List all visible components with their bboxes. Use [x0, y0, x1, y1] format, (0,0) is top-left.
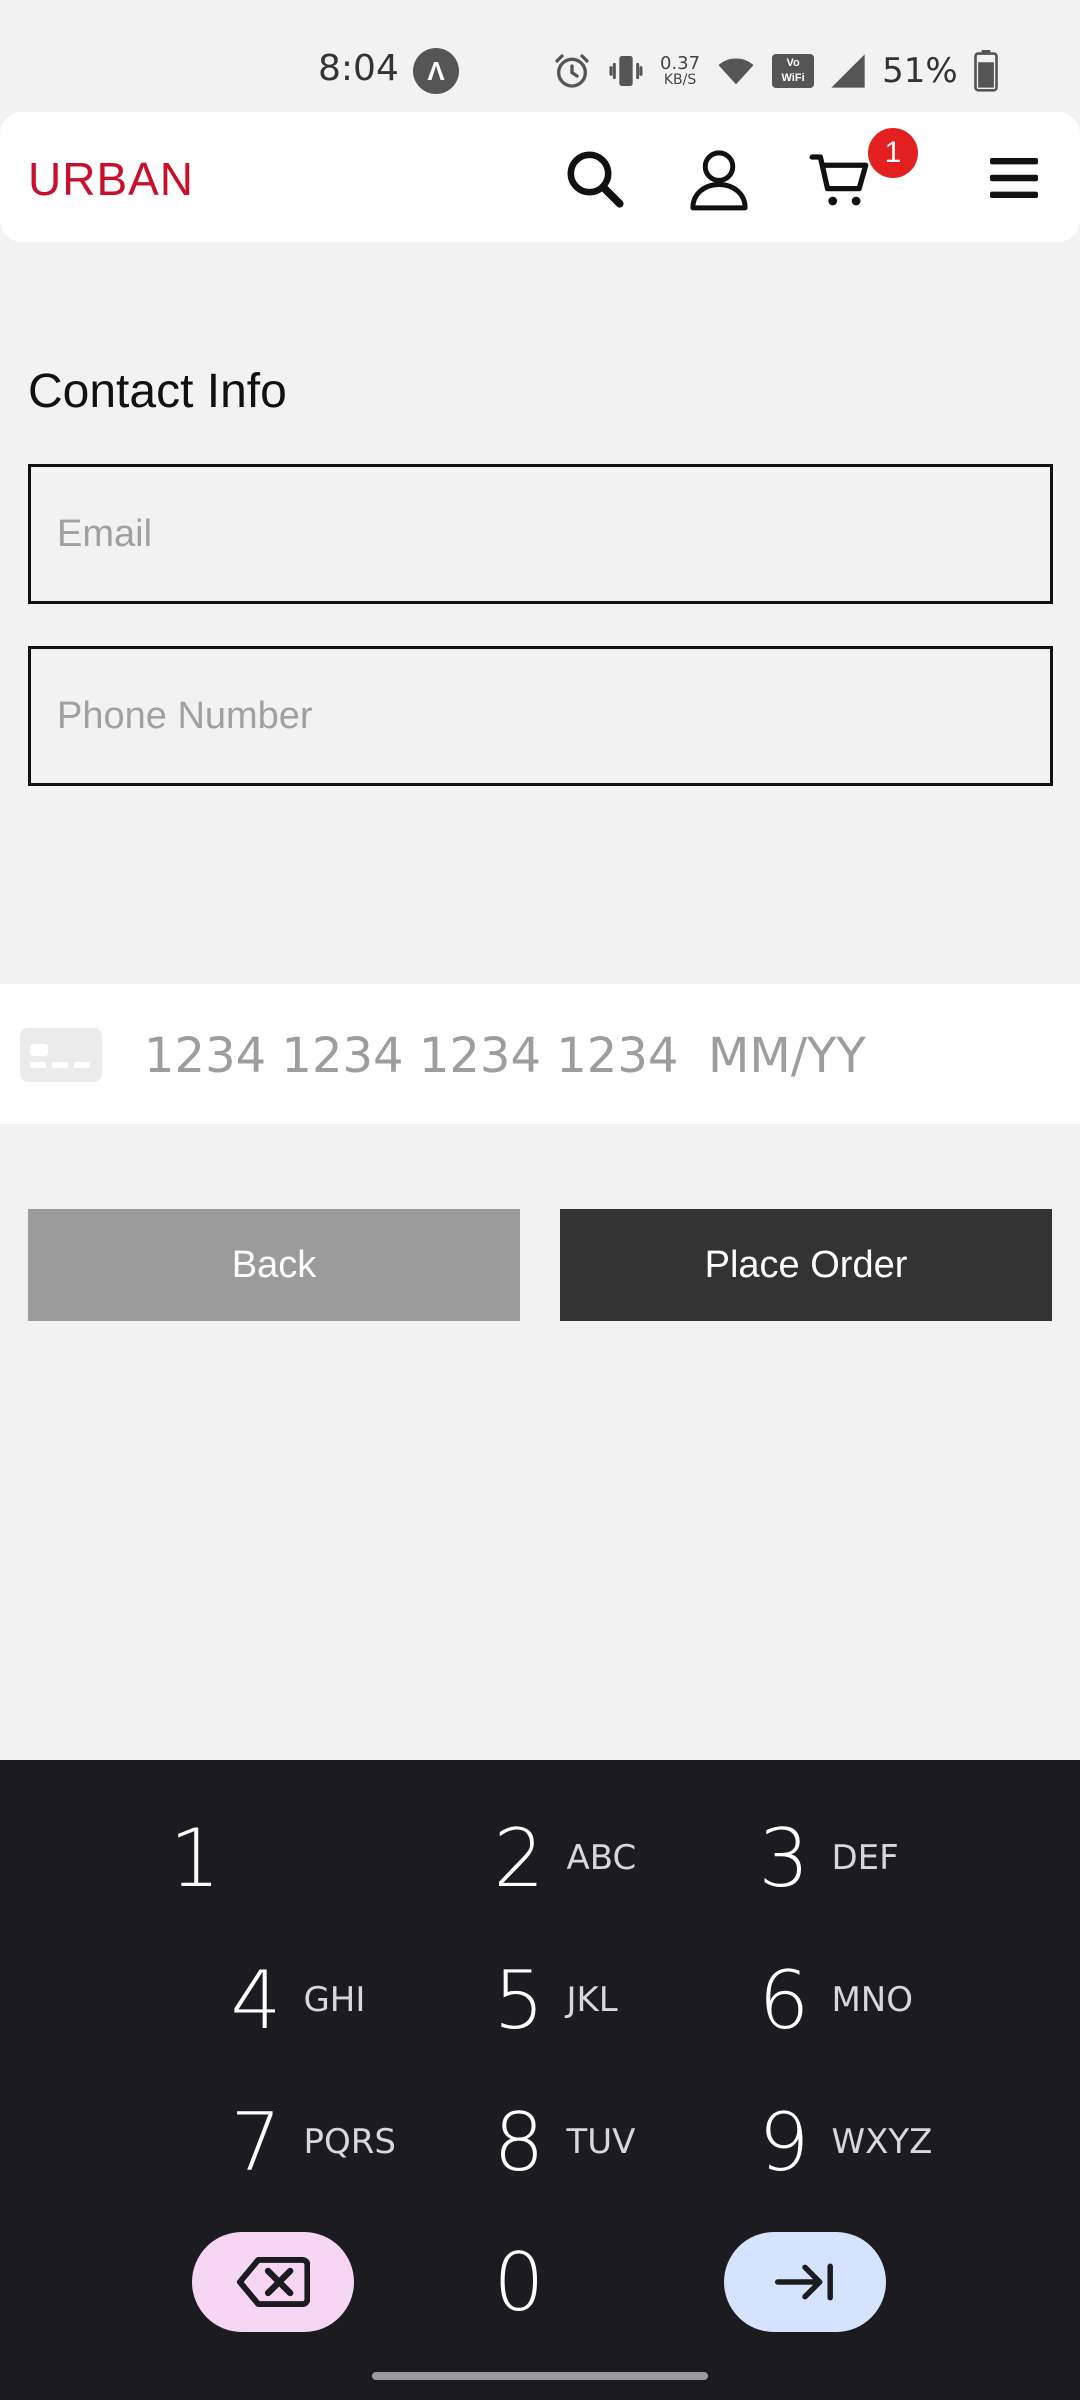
- email-field[interactable]: [31, 467, 1050, 601]
- key-digit: 0: [493, 2235, 545, 2329]
- vowifi-icon: Vo WiFi: [772, 54, 815, 88]
- key-letters: GHI: [303, 1980, 366, 2020]
- phone-number-field[interactable]: [31, 649, 1050, 783]
- card-number-field[interactable]: 1234 1234 1234 1234: [144, 1028, 678, 1084]
- key-2[interactable]: 2 ABC: [450, 1798, 710, 1918]
- backspace-key[interactable]: [192, 2232, 354, 2332]
- app-indicator-icon: Λ: [413, 48, 459, 94]
- signal-icon: [831, 54, 865, 88]
- net-speed: 0.37 KB/S: [660, 53, 701, 88]
- status-icons: 0.37 KB/S Vo WiFi 51%: [552, 46, 1000, 96]
- cart-count-badge: 1: [868, 128, 918, 178]
- status-bar: 8:04 Λ 0.37 KB/S Vo WiFi 51%: [0, 0, 1080, 112]
- email-field-box: [28, 464, 1053, 604]
- cart-icon[interactable]: [808, 146, 874, 212]
- vowifi-line2: WiFi: [781, 72, 805, 84]
- key-digit: 5: [493, 1953, 545, 2047]
- card-expiry-field[interactable]: MM/YY: [708, 1028, 866, 1084]
- menu-icon[interactable]: [988, 156, 1040, 200]
- key-digit: 9: [758, 2095, 810, 2189]
- key-letters: JKL: [566, 1980, 618, 2020]
- backspace-icon: [236, 2256, 310, 2308]
- key-letters: DEF: [831, 1838, 899, 1878]
- key-digit: 1: [169, 1811, 221, 1905]
- place-order-button[interactable]: Place Order: [560, 1209, 1052, 1321]
- wifi-icon: [718, 58, 754, 85]
- section-title-contact-info: Contact Info: [28, 365, 287, 418]
- key-digit: 7: [230, 2095, 282, 2189]
- key-digit: 8: [493, 2095, 545, 2189]
- key-1[interactable]: 1: [126, 1798, 386, 1918]
- card-input-row[interactable]: 1234 1234 1234 1234 MM/YY: [0, 984, 1080, 1124]
- net-speed-unit: KB/S: [663, 72, 697, 88]
- search-icon[interactable]: [562, 146, 628, 212]
- key-6[interactable]: 6 MNO: [715, 1940, 975, 2060]
- key-letters: MNO: [831, 1980, 913, 2020]
- battery-percent: 51%: [882, 51, 958, 91]
- key-letters: ABC: [566, 1838, 637, 1878]
- key-7[interactable]: 7 PQRS: [187, 2082, 447, 2202]
- key-4[interactable]: 4 GHI: [187, 1940, 447, 2060]
- account-icon[interactable]: [686, 146, 752, 212]
- next-field-key[interactable]: [724, 2232, 886, 2332]
- tab-next-icon: [774, 2263, 833, 2301]
- vibrate-icon: [609, 56, 643, 86]
- battery-icon: [973, 50, 998, 92]
- brand-logo[interactable]: URBAN: [28, 152, 194, 206]
- net-speed-value: 0.37: [660, 53, 701, 74]
- back-button[interactable]: Back: [28, 1209, 520, 1321]
- alarm-icon: [555, 54, 589, 88]
- phone-field-box: [28, 646, 1053, 786]
- home-gesture-bar[interactable]: [372, 2372, 708, 2380]
- key-8[interactable]: 8 TUV: [450, 2082, 710, 2202]
- key-9[interactable]: 9 WXYZ: [715, 2082, 975, 2202]
- key-digit: 6: [758, 1953, 810, 2047]
- key-0[interactable]: 0: [389, 2222, 649, 2342]
- key-digit: 3: [758, 1811, 810, 1905]
- status-time: 8:04: [318, 48, 399, 89]
- vowifi-line1: Vo: [786, 57, 800, 69]
- key-3[interactable]: 3 DEF: [715, 1798, 975, 1918]
- credit-card-icon: [20, 1028, 102, 1082]
- key-5[interactable]: 5 JKL: [450, 1940, 710, 2060]
- key-digit: 4: [230, 1953, 282, 2047]
- key-letters: WXYZ: [831, 2122, 933, 2162]
- key-letters: PQRS: [303, 2122, 396, 2162]
- site-header: URBAN 1: [0, 112, 1080, 242]
- key-letters: TUV: [566, 2122, 636, 2162]
- key-digit: 2: [493, 1811, 545, 1905]
- numeric-keypad: 1 2 ABC 3 DEF 4 GHI 5 JKL 6 MNO 7 PQRS 8…: [0, 1760, 1080, 2400]
